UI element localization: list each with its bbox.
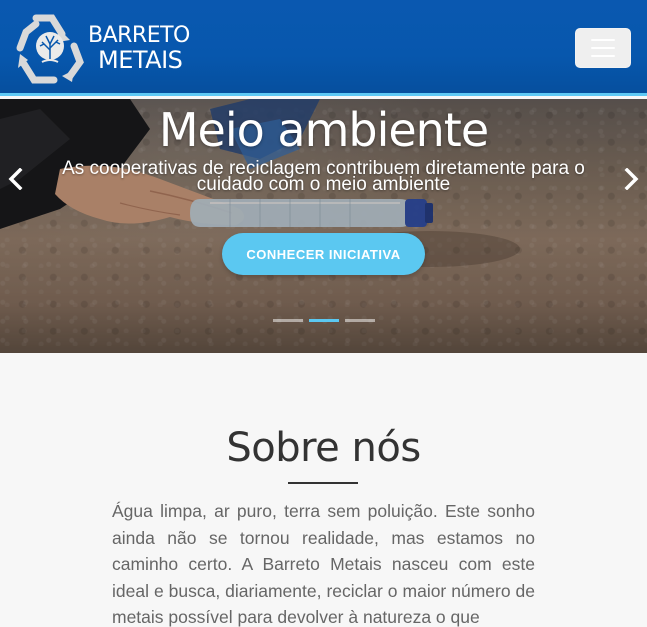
carousel-indicator-2[interactable] (309, 319, 339, 322)
hero-carousel: Meio ambiente As cooperativas de recicla… (0, 99, 647, 353)
hamburger-menu-icon-bar (591, 55, 615, 57)
brand-name: BARRETO METAIS (88, 23, 190, 74)
hero-title: Meio ambiente (158, 103, 489, 157)
conhecer-iniciativa-button[interactable]: CONHECER INICIATIVA (222, 233, 425, 275)
brand-name-line1: BARRETO (88, 23, 190, 48)
navbar-toggle-button[interactable] (575, 28, 631, 68)
brand-name-line2: METAIS (98, 46, 183, 74)
chevron-right-icon (624, 168, 639, 190)
navbar: BARRETO METAIS (0, 0, 647, 96)
hamburger-menu-icon-bar (591, 47, 615, 49)
carousel-prev-button[interactable] (0, 163, 32, 195)
brand-link[interactable]: BARRETO METAIS (14, 10, 190, 86)
carousel-next-button[interactable] (615, 163, 647, 195)
about-title: Sobre nós (226, 425, 421, 471)
hamburger-menu-icon (591, 39, 615, 41)
hero-subtitle: As cooperativas de reciclagem contribuem… (62, 158, 585, 195)
about-text: Água limpa, ar puro, terra sem poluição.… (112, 501, 535, 627)
about-section: Sobre nós Água limpa, ar puro, terra sem… (0, 353, 647, 627)
carousel-indicator-3[interactable] (345, 319, 375, 322)
carousel-indicator-1[interactable] (273, 319, 303, 322)
about-title-divider (288, 482, 358, 484)
chevron-left-icon (8, 168, 23, 190)
carousel-indicators (273, 319, 375, 322)
recycling-tree-logo-icon (16, 14, 84, 84)
